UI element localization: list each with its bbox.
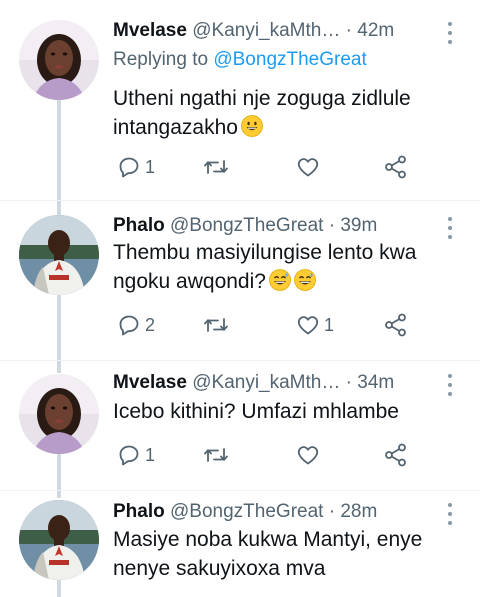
tweet-header: Mvelase @Kanyi_kaMth… · 34m (113, 371, 440, 395)
tweet-text-line: Utheni ngathi nje zoguga zidlule (113, 87, 411, 110)
separator: · (340, 20, 358, 41)
tweet-text-line: Masiye noba kukwa Mantyi, enye (113, 528, 423, 551)
tweet-text: Masiye noba kukwa Mantyi, enye nenye sak… (113, 525, 456, 583)
username[interactable]: @BongzTheGreat (170, 501, 323, 522)
retweet-icon (204, 448, 228, 462)
heart-icon (297, 158, 319, 177)
like-button[interactable] (296, 152, 324, 182)
reply-count: 1 (145, 156, 156, 177)
retweet-button[interactable] (203, 310, 233, 340)
like-count: 1 (324, 314, 335, 335)
timestamp[interactable]: 34m (357, 372, 394, 393)
reply-count: 2 (145, 314, 156, 335)
username[interactable]: @BongzTheGreat (170, 215, 323, 236)
tweet-text-line: intangazakho (113, 116, 238, 139)
tweet-header: Mvelase @Kanyi_kaMth… · 42m (113, 19, 440, 43)
tweet-text: Utheni ngathi nje zoguga zidlule intanga… (113, 84, 456, 142)
separator: · (340, 372, 358, 393)
separator: · (323, 215, 341, 236)
display-name[interactable]: Mvelase (113, 372, 187, 393)
heart-icon (297, 316, 319, 335)
tweet-text-line: Thembu masiyilungise lento kwa (113, 241, 417, 264)
display-name[interactable]: Mvelase (113, 20, 187, 41)
tweet-header: Phalo @BongzTheGreat · 39m (113, 214, 440, 238)
tweet[interactable]: Phalo @BongzTheGreat · 39m Thembu masiyi… (0, 200, 480, 360)
grinning-face-emoji (241, 115, 263, 137)
tweet[interactable]: Mvelase @Kanyi_kaMth… · 34m Icebo kithin… (0, 360, 480, 490)
timestamp[interactable]: 42m (357, 20, 394, 41)
share-icon (385, 313, 406, 337)
avatar[interactable] (19, 215, 99, 295)
like-button[interactable] (296, 440, 324, 470)
replying-to: Replying to @BongzTheGreat (113, 48, 367, 72)
separator: · (323, 501, 341, 522)
reply-icon (119, 157, 139, 178)
reply-button[interactable]: 2 (117, 310, 155, 340)
tweet-actions: 1 (113, 152, 453, 182)
more-options-icon[interactable] (446, 22, 454, 49)
tweet-header: Phalo @BongzTheGreat · 28m (113, 500, 440, 524)
share-button[interactable] (383, 152, 409, 182)
retweet-button[interactable] (203, 440, 233, 470)
timestamp[interactable]: 28m (340, 501, 377, 522)
grinning-sweat-emoji (269, 269, 291, 291)
avatar[interactable] (19, 20, 99, 100)
retweet-button[interactable] (203, 152, 233, 182)
tweet-text: Icebo kithini? Umfazi mhlambe (113, 397, 456, 426)
display-name[interactable]: Phalo (113, 501, 165, 522)
tweet-text-line: nenye sakuyixoxa mva (113, 557, 326, 580)
tweet[interactable]: Phalo @BongzTheGreat · 28m Masiye noba k… (0, 490, 480, 597)
grinning-sweat-emoji (294, 269, 316, 291)
tweet-actions: 2 1 (113, 310, 453, 340)
share-button[interactable] (383, 310, 409, 340)
tweet-text-line: Icebo kithini? Umfazi mhlambe (113, 400, 399, 423)
tweet-actions: 1 (113, 440, 453, 470)
tweet-text: Thembu masiyilungise lento kwa ngoku awq… (113, 238, 456, 296)
display-name[interactable]: Phalo (113, 215, 165, 236)
replying-to-label: Replying to (113, 49, 214, 70)
reply-icon (119, 315, 139, 336)
share-icon (385, 443, 406, 467)
tweet[interactable]: Mvelase @Kanyi_kaMth… · 42m Replying to … (0, 0, 480, 200)
mention-link[interactable]: @BongzTheGreat (213, 49, 366, 70)
tweet-text-line: ngoku awqondi? (113, 270, 266, 293)
reply-count: 1 (145, 444, 156, 465)
share-icon (385, 155, 406, 179)
heart-icon (297, 446, 319, 465)
reply-button[interactable]: 1 (117, 152, 155, 182)
username[interactable]: @Kanyi_kaMth… (192, 372, 340, 393)
reply-button[interactable]: 1 (117, 440, 155, 470)
retweet-icon (204, 318, 228, 332)
username[interactable]: @Kanyi_kaMth… (192, 20, 340, 41)
reply-icon (119, 445, 139, 466)
share-button[interactable] (383, 440, 409, 470)
timestamp[interactable]: 39m (340, 215, 377, 236)
avatar[interactable] (19, 500, 99, 580)
avatar[interactable] (19, 374, 99, 454)
like-button[interactable]: 1 (296, 310, 334, 340)
retweet-icon (204, 160, 228, 174)
